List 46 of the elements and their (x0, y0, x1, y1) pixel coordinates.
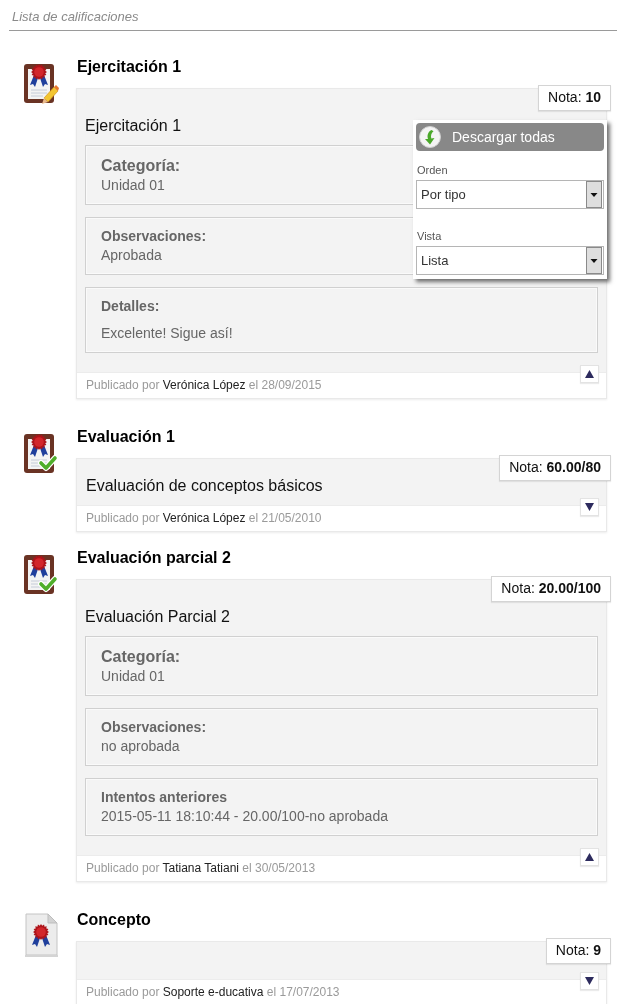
field-label: Intentos anteriores (101, 788, 228, 807)
published-by-text: Publicado por Tatiana Tatiani el 30/05/2013 (86, 861, 316, 875)
published-by-text: Publicado por Verónica López el 21/05/2010 (86, 511, 322, 525)
author-link[interactable]: Tatiana Tatiani (162, 861, 239, 875)
page-title: Lista de calificaciones (12, 9, 139, 25)
toggle-button[interactable] (580, 972, 599, 990)
field-value: no aprobada (101, 737, 180, 756)
caret-up-icon (585, 370, 594, 378)
caret-up-icon (585, 853, 594, 861)
document-rosette-icon (23, 913, 59, 957)
entry-title: Evaluación parcial 2 (77, 548, 231, 568)
field-label: Categoría: (101, 647, 181, 667)
published-by-text: Publicado por Soporte e-ducativa el 17/07/2013 (86, 985, 340, 999)
field-value: Unidad 01 (101, 176, 165, 195)
dropdown-select[interactable]: Lista (416, 246, 604, 275)
author-link[interactable]: Soporte e-ducativa (162, 985, 264, 999)
select-label: Orden (417, 164, 448, 177)
toggle-button[interactable] (580, 848, 599, 866)
author-link[interactable]: Verónica López (162, 378, 246, 392)
grade-display: Nota: 20.00/100 (491, 576, 611, 602)
grade-display: Nota: 60.00/80 (499, 455, 611, 481)
caret-down-icon (585, 503, 594, 511)
dropdown-select[interactable]: Por tipo (416, 180, 604, 209)
field-value: 2015-05-11 18:10:44 - 20.00/100-no aprobada (101, 807, 388, 826)
field-value: Unidad 01 (101, 667, 165, 686)
entry-subtitle: Evaluación Parcial 2 (85, 607, 230, 627)
field-value: Excelente! Sigue así! (101, 324, 233, 343)
entry-title: Evaluación 1 (77, 427, 175, 447)
download-button[interactable]: Descargar todas (416, 123, 604, 151)
field-label: Detalles: (101, 297, 160, 316)
grade-display: Nota: 10 (538, 85, 611, 111)
entry-title: Ejercitación 1 (77, 57, 182, 77)
entry-subtitle: Evaluación de conceptos básicos (86, 476, 323, 496)
toggle-button[interactable] (580, 365, 599, 383)
field-value: Aprobada (101, 246, 162, 265)
entry-title: Concepto (77, 910, 151, 930)
grade-display: Nota: 9 (545, 938, 611, 964)
author-link[interactable]: Verónica López (162, 511, 246, 525)
field-label: Observaciones: (101, 227, 207, 246)
published-by-text: Publicado por Verónica López el 28/09/2015 (86, 378, 322, 392)
field-label: Categoría: (101, 156, 181, 176)
entry-subtitle: Ejercitación 1 (85, 116, 182, 136)
toggle-button[interactable] (580, 498, 599, 516)
field-label: Observaciones: (101, 718, 207, 737)
caret-down-icon (585, 977, 594, 985)
select-label: Vista (417, 230, 442, 243)
